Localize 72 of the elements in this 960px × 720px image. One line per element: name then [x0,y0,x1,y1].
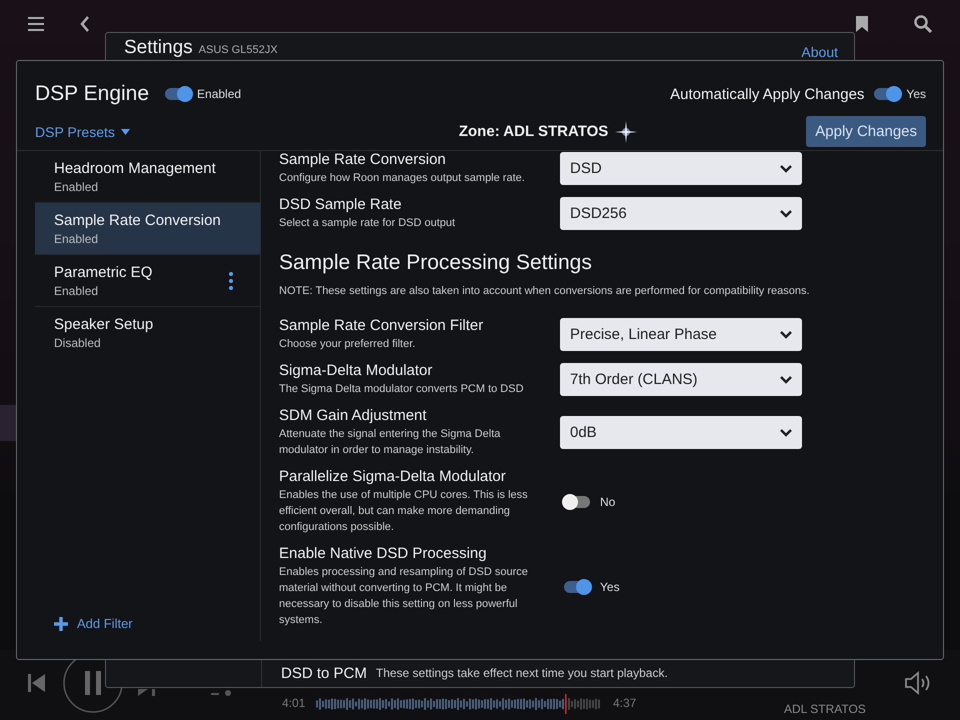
device-name: ASUS GL552JX [198,43,278,58]
filter-item[interactable]: Speaker Setup Disabled [35,307,260,358]
dialog-title: DSP Engine [35,82,150,106]
chevron-down-icon [780,164,792,172]
setting-description: Configure how Roon manages output sample rate. [279,171,526,186]
speaker-icon[interactable] [904,671,932,695]
filter-status: Enabled [54,284,100,298]
caret-icon [120,128,130,134]
setting-title: DSD Sample Rate [279,196,403,213]
section-note: NOTE: These settings are also taken into account when conversions are performed for compatibility reasons. [279,285,811,297]
dropdown-field[interactable]: 0dB [560,416,802,449]
back-icon[interactable] [80,16,90,32]
apply-changes-button[interactable]: Apply Changes [806,116,926,147]
filter-status: Disabled [54,336,102,350]
setting-description: Select a sample rate for DSD output [279,216,456,231]
toggle-label: Yes [906,87,926,101]
sparkle-icon [615,120,638,142]
toggle-label: Yes [600,580,620,594]
chevron-down-icon [780,376,792,384]
filter-name: Speaker Setup [54,316,154,332]
section-heading: Sample Rate Processing Settings [279,251,593,275]
toggle-switch[interactable] [564,580,590,592]
filter-name: Headroom Management [54,160,217,176]
setting-title: SDM Gain Adjustment [279,407,428,424]
toggle-switch[interactable] [165,88,192,100]
filter-status: Enabled [54,180,100,194]
toggle-switch[interactable] [874,88,900,100]
settings-title: Settings [124,38,193,58]
toggle-label: No [600,494,616,508]
dropdown-field[interactable]: DSD256 [560,197,802,230]
menu-icon[interactable] [28,17,44,31]
setting-title: Sigma-Delta Modulator [279,362,434,379]
waveform-drawing[interactable] [316,694,601,714]
elapsed-time: 4:01 [282,696,306,710]
dropdown-field[interactable]: DSD [560,152,802,185]
filter-status: Enabled [54,232,100,246]
setting-description: Enables processing and resampling of DSD source material without converting to PCM. It might be necessary to disable this setting on less powerful systems. [279,565,529,628]
dropdown-field[interactable]: 7th Order (CLANS) [560,363,802,396]
zone-name[interactable]: ADL STRATOS [784,702,866,716]
setting-title: Sample Rate Conversion Filter [279,317,484,334]
zone-label: Zone: ADL STRATOS [458,123,608,140]
bookmark-icon[interactable] [856,16,868,32]
setting-title: Enable Native DSD Processing [279,545,488,562]
filter-item[interactable]: Sample Rate Conversion Enabled [35,203,260,255]
setting-description: Choose your preferred filter. [279,337,416,352]
next-icon[interactable] [137,689,157,696]
add-filter-link[interactable]: Add Filter [35,616,260,641]
toggle-label: Enabled [197,87,242,101]
setting-title: Parallelize Sigma-Delta Modulator [279,468,507,485]
section-note: These settings take effect next time you start playback. [376,666,668,680]
more-icon[interactable] [229,272,233,290]
toggle-switch[interactable] [564,496,590,508]
search-icon[interactable] [914,15,932,33]
presets-dropdown[interactable]: DSP Presets [35,124,130,140]
about-link[interactable]: About [801,42,838,62]
plus-icon [54,616,68,630]
dropdown-field[interactable]: Precise, Linear Phase [560,318,802,351]
chevron-down-icon [780,428,792,436]
setting-description: Enables the use of multiple CPU cores. This is less efficient overall, but can make more demanding configurations possible. [279,488,529,535]
total-time: 4:37 [613,696,636,710]
chevron-down-icon [780,210,792,218]
filter-name: Parametric EQ [54,264,154,280]
auto-apply-label: Automatically Apply Changes [670,86,864,102]
filter-name: Sample Rate Conversion [54,212,222,228]
setting-title: Sample Rate Conversion [279,151,447,168]
section-title: DSD to PCM [281,664,367,682]
setting-description: The Sigma Delta modulator converts PCM to DSD [279,382,525,397]
setting-description: Attenuate the signal entering the Sigma Delta modulator in order to manage instability. [279,427,502,458]
chevron-down-icon [780,330,792,338]
previous-icon[interactable] [26,674,46,692]
filter-item[interactable]: Parametric EQ Enabled [35,255,260,307]
background-band [0,405,16,441]
